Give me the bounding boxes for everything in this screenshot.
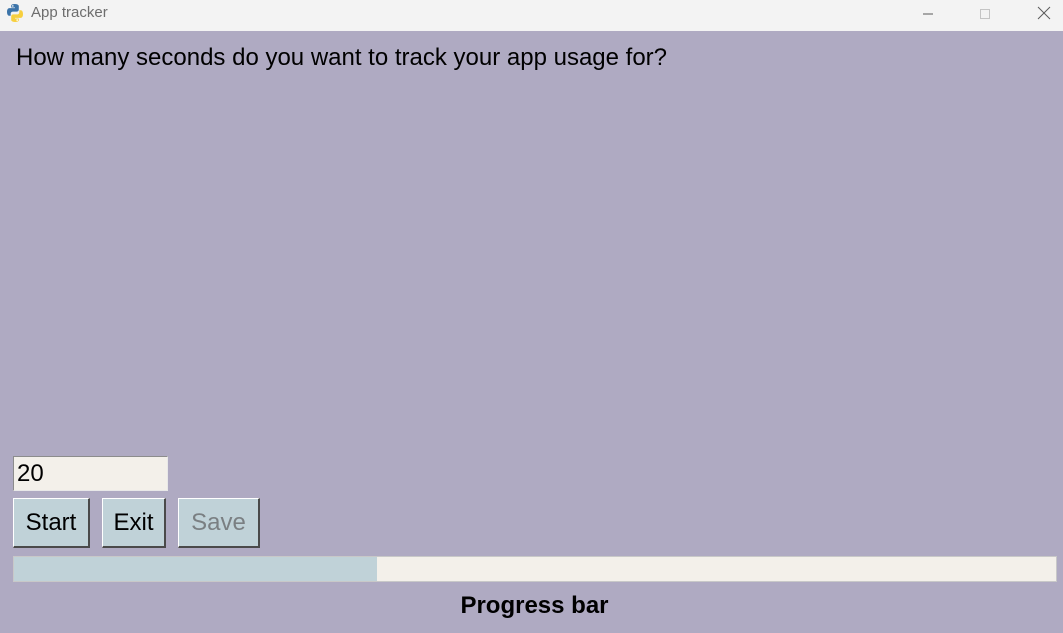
start-button[interactable]: Start bbox=[13, 498, 90, 548]
maximize-button[interactable] bbox=[962, 0, 1008, 31]
minimize-icon bbox=[922, 7, 934, 25]
app-window: App tracker How many seconds do you want… bbox=[0, 0, 1063, 633]
python-icon bbox=[5, 3, 25, 23]
maximize-icon bbox=[979, 7, 991, 25]
progress-bar bbox=[13, 556, 1057, 582]
progress-fill bbox=[14, 557, 377, 581]
close-button[interactable] bbox=[1021, 0, 1063, 31]
close-icon bbox=[1037, 6, 1051, 25]
exit-button[interactable]: Exit bbox=[102, 498, 166, 548]
minimize-button[interactable] bbox=[905, 0, 951, 31]
window-title: App tracker bbox=[31, 4, 108, 21]
question-label: How many seconds do you want to track yo… bbox=[16, 44, 668, 71]
progress-label: Progress bar bbox=[460, 592, 609, 619]
title-bar[interactable]: App tracker bbox=[0, 0, 1063, 31]
seconds-input[interactable] bbox=[13, 456, 168, 491]
save-button[interactable]: Save bbox=[178, 498, 260, 548]
